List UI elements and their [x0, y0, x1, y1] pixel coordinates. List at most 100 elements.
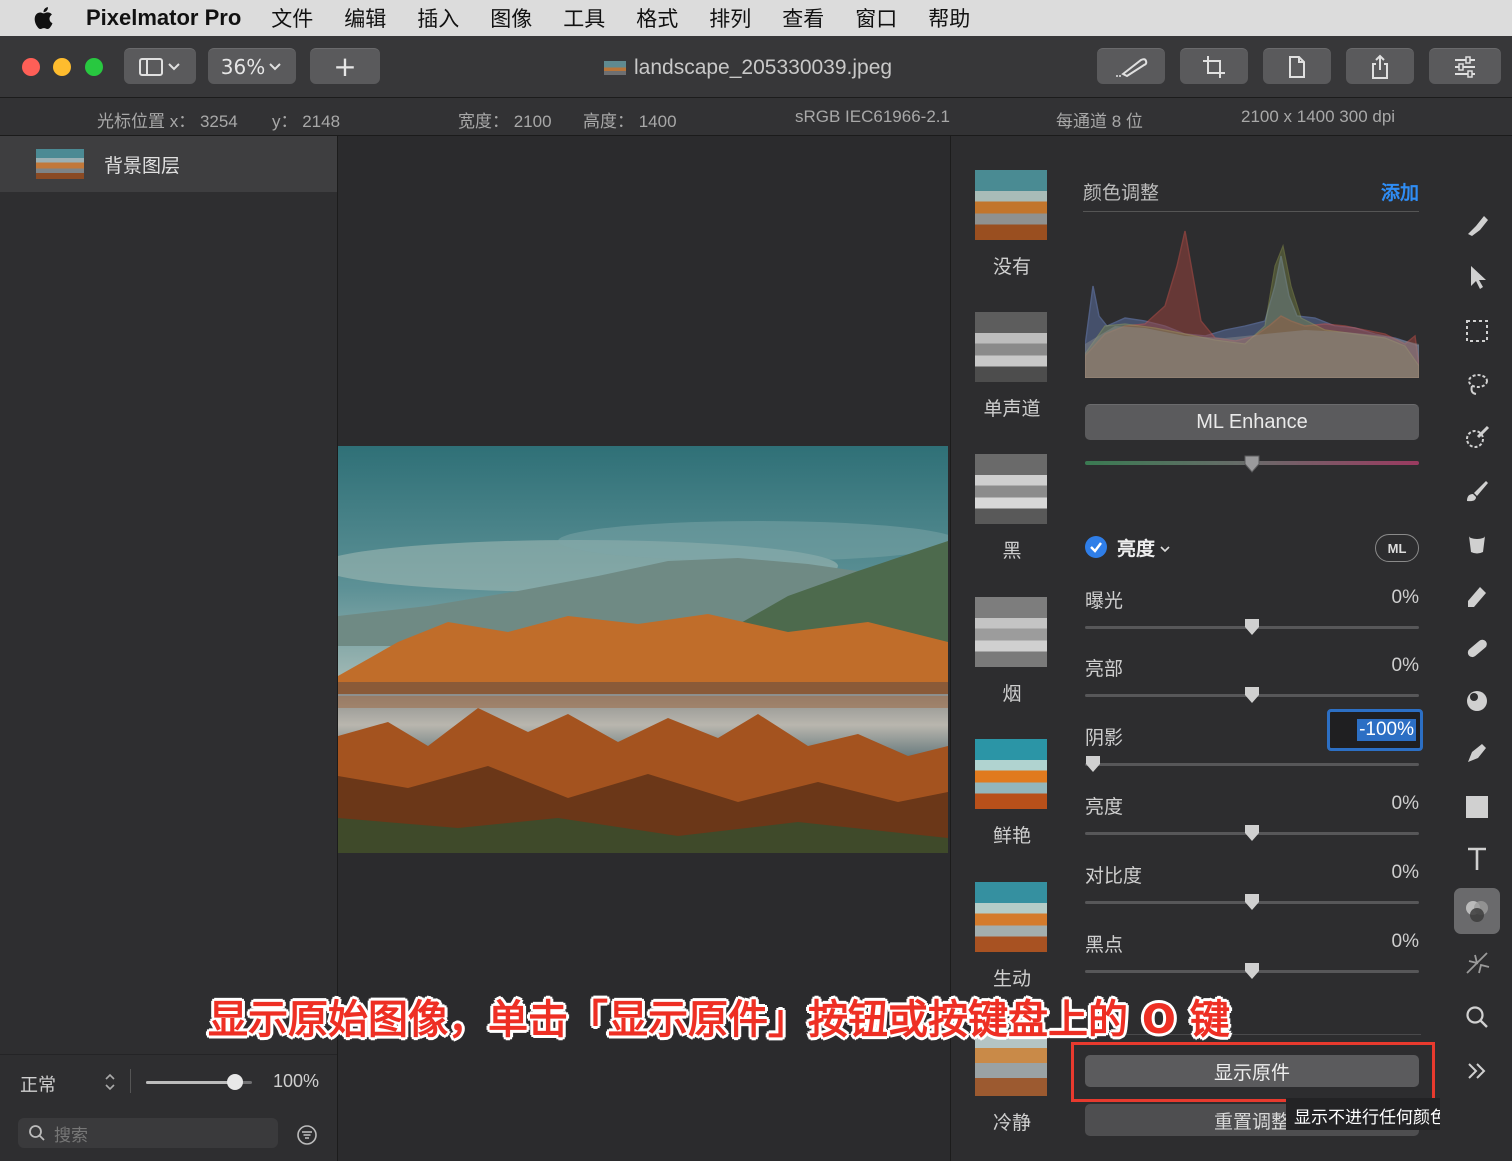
crop-icon: [1203, 55, 1225, 78]
sidebar-toggle-button[interactable]: [124, 48, 196, 84]
style-tool[interactable]: [1462, 210, 1492, 240]
preset-mono[interactable]: 单声道: [975, 312, 1049, 421]
effects-tool[interactable]: [1462, 948, 1492, 978]
menu-tools[interactable]: 工具: [563, 3, 605, 33]
select-tool[interactable]: [1462, 316, 1492, 346]
shadows-slider[interactable]: [1085, 756, 1419, 772]
pen-tool[interactable]: [1462, 738, 1492, 768]
light-enabled-checkbox[interactable]: [1085, 536, 1107, 558]
paint-bucket-icon: [1469, 533, 1485, 554]
menu-arrange[interactable]: 排列: [709, 3, 751, 33]
shape-tool[interactable]: [1462, 792, 1492, 822]
apple-icon[interactable]: [32, 4, 58, 32]
pen-nib-icon: [1468, 744, 1486, 762]
preset-smoke[interactable]: 烟: [975, 597, 1049, 706]
menu-view[interactable]: 查看: [782, 3, 824, 33]
share-button[interactable]: [1346, 48, 1414, 84]
more-tools-button[interactable]: [1462, 1056, 1492, 1086]
add-adjustment-link[interactable]: 添加: [1381, 178, 1419, 205]
zoom-window-button[interactable]: [85, 58, 103, 76]
brightness-value[interactable]: 0%: [1392, 793, 1419, 815]
retouch-tool[interactable]: [1462, 633, 1492, 663]
black-point-value[interactable]: 0%: [1392, 931, 1419, 953]
ml-enhance-button[interactable]: ML Enhance: [1085, 404, 1419, 440]
paint-tool[interactable]: [1462, 476, 1492, 506]
add-button[interactable]: +: [310, 48, 380, 84]
lasso-icon: [1468, 374, 1488, 395]
crop-button[interactable]: [1180, 48, 1248, 84]
blend-controls: 正常 100%: [0, 1054, 337, 1106]
highlights-value[interactable]: 0%: [1392, 655, 1419, 677]
quick-select-tool[interactable]: [1462, 423, 1492, 453]
share-icon: [1372, 54, 1388, 79]
exposure-value[interactable]: 0%: [1392, 587, 1419, 609]
preset-black[interactable]: 黑: [975, 454, 1049, 563]
color-adjust-tool[interactable]: [1462, 896, 1492, 926]
preset-label: 单声道: [983, 398, 1041, 420]
enhance-intensity-slider[interactable]: [1085, 455, 1419, 473]
menu-edit[interactable]: 编辑: [344, 3, 386, 33]
light-section-header: 亮度 ML: [1085, 534, 1421, 564]
preset-thumbnail: [975, 882, 1047, 952]
exposure-slider-knob[interactable]: [1244, 618, 1260, 636]
menu-help[interactable]: 帮助: [928, 3, 970, 33]
double-chevron-right-icon: [1468, 1063, 1486, 1079]
zoom-tool[interactable]: [1462, 1002, 1492, 1032]
exposure-slider[interactable]: [1085, 619, 1419, 635]
arrange-tool[interactable]: [1462, 262, 1492, 292]
image-height-readout: 高度： 1400: [583, 112, 677, 131]
close-window-button[interactable]: [22, 58, 40, 76]
opacity-slider-knob[interactable]: [227, 1074, 243, 1090]
contrast-slider[interactable]: [1085, 894, 1419, 910]
contrast-value[interactable]: 0%: [1392, 862, 1419, 884]
layer-search-field[interactable]: 搜索: [18, 1118, 278, 1148]
preset-lively[interactable]: 生动: [975, 882, 1049, 991]
menu-bar: Pixelmator Pro 文件 编辑 插入 图像 工具 格式 排列 查看 窗…: [0, 0, 1512, 36]
light-ml-button[interactable]: ML: [1375, 534, 1419, 562]
shadows-slider-knob[interactable]: [1085, 755, 1101, 773]
highlights-slider-knob[interactable]: [1244, 686, 1260, 704]
blend-mode-select[interactable]: 正常: [20, 1071, 56, 1097]
menu-image[interactable]: 图像: [490, 3, 532, 33]
format-button[interactable]: [1263, 48, 1331, 84]
opacity-slider-track[interactable]: [146, 1074, 252, 1090]
landscape-photo[interactable]: [338, 446, 948, 853]
menu-file[interactable]: 文件: [271, 3, 313, 33]
layer-row[interactable]: 背景图层: [0, 136, 337, 192]
magnifier-icon: [1466, 1006, 1488, 1028]
fill-tool[interactable]: [1462, 528, 1492, 558]
brightness-slider[interactable]: [1085, 825, 1419, 841]
preset-none[interactable]: 没有: [975, 170, 1049, 279]
annotate-button[interactable]: [1097, 48, 1165, 84]
black-point-slider[interactable]: [1085, 963, 1419, 979]
black-point-slider-knob[interactable]: [1244, 962, 1260, 980]
contrast-slider-knob[interactable]: [1244, 893, 1260, 911]
document-filename: landscape_205330039.jpeg: [634, 56, 893, 79]
app-name-menu[interactable]: Pixelmator Pro: [86, 5, 241, 31]
minimize-window-button[interactable]: [53, 58, 71, 76]
enhance-intensity-knob[interactable]: [1244, 455, 1260, 473]
resolution-readout: 2100 x 1400 300 dpi: [1241, 107, 1396, 126]
preset-vivid[interactable]: 鲜艳: [975, 739, 1049, 848]
preset-thumbnail: [975, 454, 1047, 524]
highlights-slider[interactable]: [1085, 687, 1419, 703]
menu-window[interactable]: 窗口: [855, 3, 897, 33]
adjustments-button[interactable]: [1429, 48, 1501, 84]
updown-chevron-icon[interactable]: [103, 1072, 117, 1092]
menu-insert[interactable]: 插入: [417, 3, 459, 33]
type-tool[interactable]: [1462, 844, 1492, 874]
preset-thumbnail: [975, 597, 1047, 667]
shadows-value-field[interactable]: -100%: [1327, 709, 1423, 751]
preset-calm[interactable]: 冷静: [975, 1036, 1049, 1135]
light-section-title[interactable]: 亮度: [1117, 534, 1172, 561]
preset-label: 烟: [1002, 683, 1022, 705]
bandage-icon: [1467, 639, 1487, 658]
zoom-dropdown[interactable]: 36%: [208, 48, 296, 84]
distort-tool[interactable]: [1462, 685, 1492, 715]
lasso-tool[interactable]: [1462, 369, 1492, 399]
filter-icon[interactable]: [296, 1124, 318, 1146]
menu-format[interactable]: 格式: [636, 3, 678, 33]
brightness-slider-knob[interactable]: [1244, 824, 1260, 842]
paintbrush-icon: [1467, 481, 1488, 502]
eraser-tool[interactable]: [1462, 581, 1492, 611]
